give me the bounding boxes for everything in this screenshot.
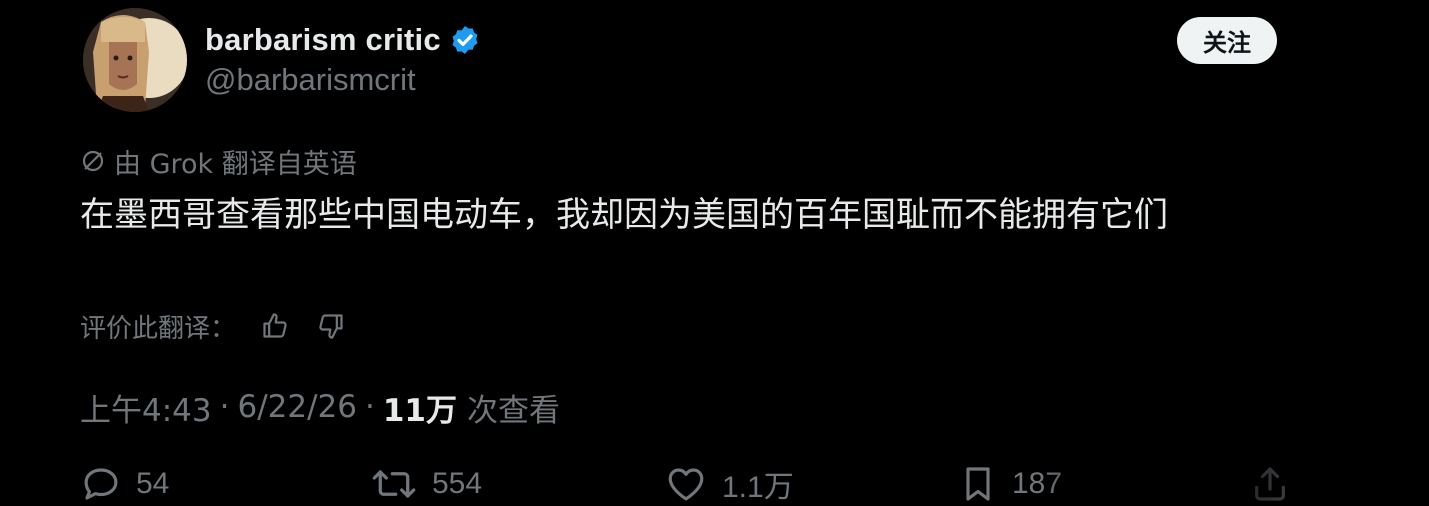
translation-note-text: 由 Grok 翻译自英语	[114, 148, 357, 180]
tweet-meta: 上午4:43 · 6/22/26 · 11万 次查看	[80, 385, 560, 430]
bookmark-button[interactable]: 187	[958, 462, 1062, 506]
reply-button[interactable]: 54	[80, 462, 169, 506]
share-button[interactable]	[1250, 462, 1290, 506]
verified-badge-icon	[452, 26, 478, 54]
thumbs-down-icon	[319, 314, 343, 339]
reply-count: 54	[136, 467, 170, 500]
bookmark-icon	[966, 467, 990, 501]
retweet-count: 554	[432, 467, 483, 500]
views-label: 次查看	[467, 392, 560, 429]
meta-separator: ·	[219, 389, 230, 425]
like-icon	[668, 468, 704, 501]
bookmark-count: 187	[1012, 467, 1063, 500]
follow-button[interactable]: 关注	[1177, 17, 1277, 64]
share-icon	[1255, 467, 1285, 501]
translation-note: 由 Grok 翻译自英语	[80, 142, 357, 180]
like-button[interactable]: 1.1万	[664, 462, 794, 506]
views-count: 11万	[382, 392, 457, 429]
retweet-icon	[372, 470, 416, 498]
rate-translation-label: 评价此翻译：	[80, 313, 237, 344]
tweet-date[interactable]: 6/22/26	[237, 389, 357, 425]
thumbs-up-icon	[263, 313, 287, 338]
author-display-name[interactable]: barbarism critic	[205, 22, 441, 58]
no-entry-icon	[82, 150, 104, 172]
author-name-row: barbarism critic	[205, 18, 481, 62]
meta-separator: ·	[365, 389, 375, 425]
like-count: 1.1万	[722, 471, 794, 504]
tweet-time[interactable]: 上午4:43	[80, 385, 212, 430]
thumbs-up-button[interactable]	[258, 309, 292, 343]
retweet-button[interactable]: 554	[370, 462, 482, 506]
thumbs-down-button[interactable]	[314, 309, 348, 343]
reply-icon	[84, 468, 118, 500]
action-bar: 54 554 1.1万 187	[0, 462, 1429, 506]
rate-translation-row: 评价此翻译：	[80, 306, 348, 346]
author-handle[interactable]: @barbarismcrit	[205, 62, 416, 98]
tweet-text: 在墨西哥查看那些中国电动车，我却因为美国的百年国耻而不能拥有它们	[80, 195, 1168, 235]
avatar[interactable]	[83, 8, 187, 112]
